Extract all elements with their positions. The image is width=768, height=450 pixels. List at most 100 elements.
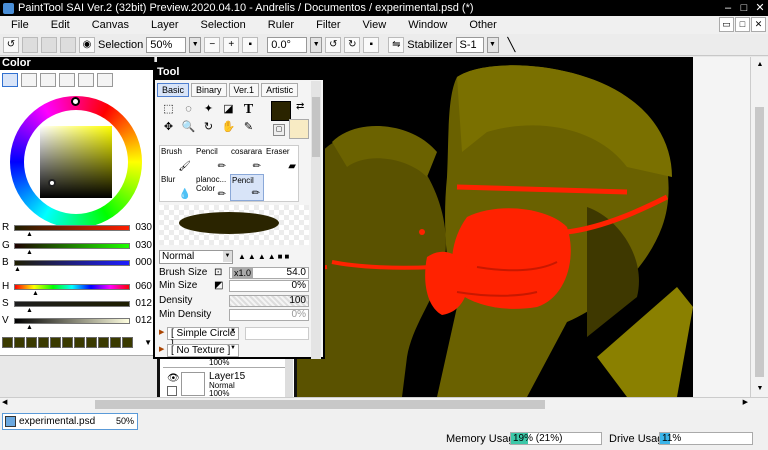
redo-icon[interactable] [22,36,38,53]
tab-binary[interactable]: Binary [191,83,227,97]
slider-v[interactable]: V ▲ 012 [2,315,152,331]
sv-marker[interactable] [48,179,56,187]
swatch[interactable] [74,337,85,348]
blend-mode-select[interactable]: Normal [159,250,233,264]
scroll-left-icon[interactable]: ◀ [2,398,7,406]
scratchpad-tab-icon[interactable] [97,73,113,87]
blend-dropdown-icon[interactable]: ▼ [223,251,232,262]
rotate-reset-icon[interactable]: ▪ [363,36,380,53]
recent-swatches[interactable] [2,337,140,350]
tab-ver1[interactable]: Ver.1 [228,83,260,97]
brush-shape-select[interactable]: [ Simple Circle ] [167,327,239,350]
menu-selection[interactable]: Selection [190,19,257,31]
min-size-value[interactable]: 0% [229,280,309,292]
menu-file[interactable]: File [0,19,40,31]
scroll-thumb[interactable] [95,400,545,409]
rect-select-icon[interactable]: ⬚ [159,101,178,118]
maximize-icon[interactable]: □ [736,0,752,16]
layer-row[interactable]: 👁 Layer15 Normal 100% [163,370,293,398]
rotate-left-icon[interactable]: ↺ [325,36,342,53]
menu-other[interactable]: Other [458,19,508,31]
mixer-tab-icon[interactable] [78,73,94,87]
tool-panel-scrollbar[interactable] [311,81,321,359]
pressure-icon[interactable]: ◩ [214,280,223,291]
shape-strength-field[interactable] [245,327,309,340]
close-icon[interactable]: ✕ [751,17,766,32]
min-size-row[interactable]: Min Size ◩ 0% [159,280,309,293]
density-row[interactable]: Density 100 [159,295,309,308]
tab-artistic[interactable]: Artistic [261,83,299,97]
line-icon[interactable]: ╲ [508,37,516,53]
slider-s[interactable]: S ▲ 012 [2,298,152,314]
swatch[interactable] [122,337,133,348]
select-pen-icon[interactable]: ◪ [219,101,238,118]
min-density-value[interactable]: 0% [229,309,309,321]
canvas-vertical-scrollbar[interactable]: ▲ ▼ [750,57,768,397]
maximize-icon[interactable]: □ [735,17,750,32]
menu-edit[interactable]: Edit [40,19,81,31]
texture-dropdown-icon[interactable]: ▼ [230,345,236,351]
zoom-reset-icon[interactable]: ▪ [242,36,259,53]
move-icon[interactable]: ✥ [159,119,178,136]
swatch[interactable] [86,337,97,348]
deselect-icon[interactable] [41,36,57,53]
minimize-icon[interactable]: – [720,0,736,16]
restore-icon[interactable]: ▭ [719,17,734,32]
brush-shape-row[interactable]: ▶ [ Simple Circle ] ▼ [159,327,309,350]
expand-icon[interactable]: ▶ [159,328,164,336]
rotate-right-icon[interactable]: ↻ [344,36,361,53]
expand-icon[interactable]: ▶ [159,345,164,353]
brush-slot[interactable]: Pencil ✏ [195,146,229,173]
zoom-out-icon[interactable]: − [204,36,221,53]
slider-b[interactable]: B ▲ 000 [2,257,152,273]
brush-slot[interactable]: planoc... Color ✏ [195,174,229,201]
scroll-right-icon[interactable]: ▶ [743,398,748,406]
menu-view[interactable]: View [352,19,398,31]
document-tab[interactable]: experimental.psd 50% [2,413,138,430]
density-value[interactable]: 100 [229,295,309,307]
scroll-up-icon[interactable]: ▲ [751,57,768,73]
menu-ruler[interactable]: Ruler [257,19,305,31]
rgb-sliders-tab-icon[interactable] [21,73,37,87]
scroll-thumb[interactable] [755,107,764,377]
menu-canvas[interactable]: Canvas [81,19,140,31]
brush-slot[interactable]: Blur 💧 [160,174,194,201]
lasso-icon[interactable]: ◌ [179,101,198,118]
zoom-dropdown-icon[interactable]: ▼ [189,36,202,53]
brush-slot-empty[interactable] [265,174,299,201]
brush-texture-select[interactable]: [ No Texture ] [167,344,239,357]
undo-icon[interactable]: ↺ [3,36,19,53]
brush-slot[interactable]: Brush 🖌 [160,146,194,173]
layer-checkbox[interactable] [167,386,177,396]
rotation-dropdown-icon[interactable]: ▼ [310,36,323,53]
brush-size-row[interactable]: Brush Size ⊡ 54.0 x1.0 [159,267,309,280]
stabilizer-select[interactable]: S-1 [455,36,484,53]
swatches-tab-icon[interactable] [59,73,75,87]
color-wheel[interactable] [10,96,142,228]
background-color[interactable] [289,119,309,139]
scroll-down-icon[interactable]: ▼ [751,381,768,397]
hue-marker[interactable] [71,97,80,106]
swatch[interactable] [26,337,37,348]
slider-g[interactable]: G ▲ 030 [2,240,152,256]
saturation-value-square[interactable] [40,126,112,198]
canvas-horizontal-scrollbar[interactable]: ◀ ▶ [0,397,768,410]
menu-layer[interactable]: Layer [140,19,190,31]
zoom-input[interactable]: 50% [146,36,187,53]
color-wheel-tab-icon[interactable] [2,73,18,87]
brush-slot[interactable]: cosarara ✏ [230,146,264,173]
brush-shape-icons[interactable]: ▲▲▲▲■■ [238,252,291,261]
swatch[interactable] [98,337,109,348]
text-icon[interactable]: T [239,101,258,118]
magic-wand-icon[interactable]: ✦ [199,101,218,118]
foreground-color[interactable] [271,101,291,121]
stabilizer-dropdown-icon[interactable]: ▼ [486,36,499,53]
flip-icon[interactable]: ⇋ [388,36,405,53]
brush-texture-row[interactable]: ▶ [ No Texture ] ▼ [159,344,309,358]
zoom-icon[interactable]: 🔍 [179,119,198,136]
eye-icon[interactable]: ◉ [79,36,95,53]
slider-r[interactable]: R ▲ 030 [2,222,152,238]
rotate-icon[interactable]: ↻ [199,119,218,136]
zoom-in-icon[interactable]: + [223,36,240,53]
swatch-dropdown-icon[interactable]: ▼ [144,338,152,347]
